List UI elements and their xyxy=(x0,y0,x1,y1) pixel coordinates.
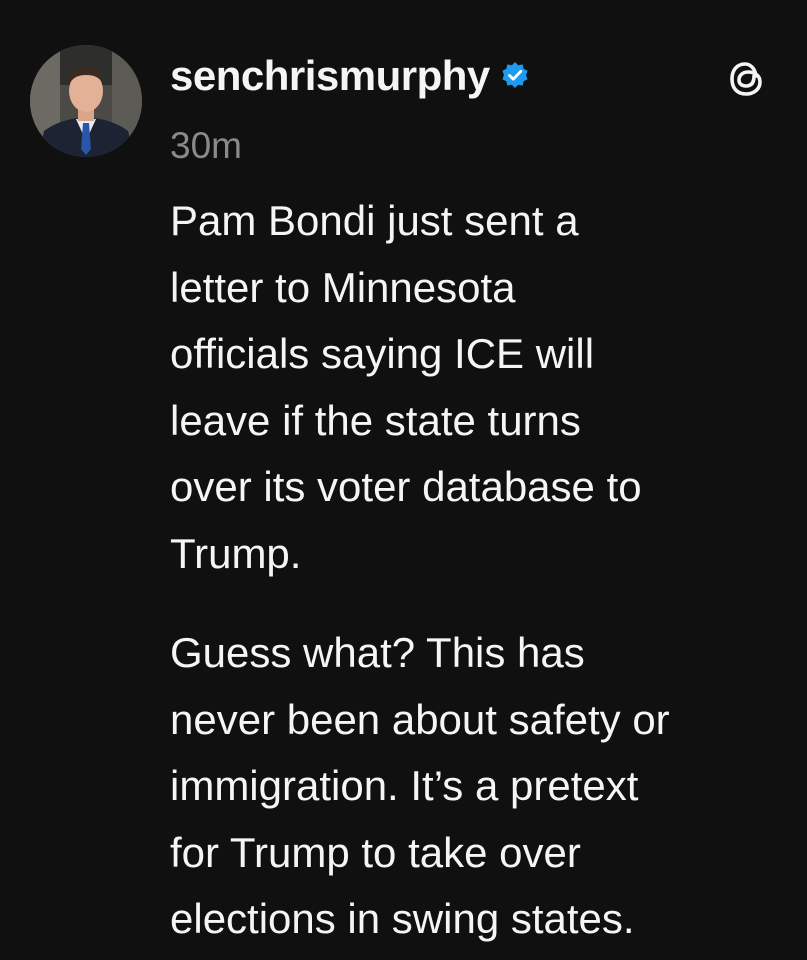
post-body: Pam Bondi just sent a letter to Minnesot… xyxy=(170,188,790,953)
avatar[interactable] xyxy=(30,45,142,157)
username-link[interactable]: senchrismurphy xyxy=(170,52,490,100)
post-paragraph: Guess what? This has never been about sa… xyxy=(170,629,670,942)
avatar-photo xyxy=(30,45,142,157)
threads-logo-icon[interactable] xyxy=(725,57,769,101)
threads-post: senchrismurphy 30m Pam Bondi just sent a… xyxy=(0,0,807,960)
post-paragraph: Pam Bondi just sent a letter to Minnesot… xyxy=(170,197,642,577)
post-timestamp: 30m xyxy=(170,125,242,166)
verified-badge-icon xyxy=(500,61,530,91)
post-header: senchrismurphy xyxy=(170,52,530,100)
